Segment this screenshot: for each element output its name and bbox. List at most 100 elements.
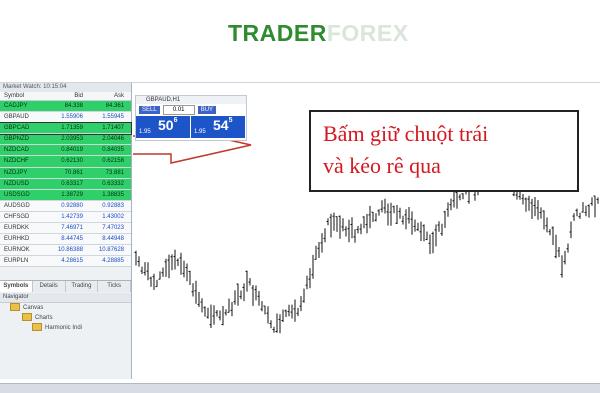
tab-details[interactable]: Details [33, 281, 66, 292]
market-watch-row[interactable]: EURDKK 7.46971 7.47023 [0, 223, 131, 235]
traderforex-logo: TRADERFOREX [228, 20, 409, 47]
callout-line-2: và kéo rê qua [323, 153, 441, 178]
instruction-callout: Bấm giữ chuột trái và kéo rê qua [309, 110, 579, 192]
navigator-item-label: Harmonic Indi [45, 325, 83, 331]
cell-ask: 84.361 [105, 103, 124, 109]
column-symbol[interactable]: Symbol [0, 92, 45, 100]
buy-price-box[interactable]: 1.95 545 [191, 116, 245, 138]
market-watch-row[interactable]: EURNOK 10.86388 10.87628 [0, 245, 131, 257]
cell-symbol: USDSGD [4, 191, 30, 198]
buy-price-fraction: 5 [228, 117, 233, 124]
cell-ask: 73.881 [105, 169, 124, 176]
column-ask[interactable]: Ask [86, 92, 127, 100]
market-watch-tabs: Symbols Details Trading Ticks [0, 280, 131, 292]
cell-bid: 2.03953 [61, 136, 83, 143]
column-bid[interactable]: Bid [45, 92, 86, 100]
folder-icon [22, 313, 32, 322]
market-watch-row[interactable]: NZDCAD 0.84019 0.84035 [0, 145, 131, 157]
market-watch-row[interactable]: CADJPY 84.338 84.361 [0, 101, 131, 113]
market-watch-row[interactable]: CHFSGD 1.42739 1.43002 [0, 211, 131, 224]
market-watch-row[interactable]: EURPLN 4.28615 4.28885 [0, 256, 131, 268]
buy-price-pips: 545 [213, 117, 232, 133]
navigator-item-charts[interactable]: Charts [0, 313, 131, 323]
cell-ask: 4.28885 [102, 258, 124, 265]
sell-price-box[interactable]: 1.95 506 [136, 116, 190, 138]
cell-bid: 70.861 [64, 169, 83, 176]
buy-price-pips-value: 54 [213, 117, 229, 133]
buy-price-prefix: 1.95 [194, 129, 206, 135]
cell-bid: 1.71359 [61, 125, 83, 132]
navigator-title: Navigator [0, 293, 131, 303]
cell-ask: 0.62158 [102, 158, 124, 165]
cell-symbol: EURNOK [4, 247, 30, 254]
market-watch-row[interactable]: USDSGD 1.38729 1.38835 [0, 189, 131, 201]
cell-ask: 0.92883 [102, 202, 124, 209]
cell-bid: 8.44745 [61, 236, 83, 243]
cell-symbol: CHFSGD [4, 213, 30, 220]
cell-bid: 10.86388 [57, 247, 83, 254]
cell-bid: 0.63317 [61, 180, 83, 187]
logo-part-trader: TRADER [228, 20, 327, 46]
cell-symbol: GBPAUD [4, 114, 29, 121]
market-watch-panel: Market Watch: 10:15:04 Symbol Bid Ask CA… [0, 83, 132, 379]
cell-symbol: EURDKK [4, 225, 30, 232]
sell-price-fraction: 6 [173, 117, 178, 124]
trade-panel-symbol: GBPAUD,H1 [136, 96, 246, 104]
cell-symbol: NZDCAD [4, 147, 29, 154]
market-watch-row[interactable]: NZDJPY 70.861 73.881 [0, 167, 131, 179]
market-watch-row[interactable]: GBPAUD 1.55906 1.55945 [0, 112, 131, 124]
sell-price-pips-value: 50 [158, 117, 174, 133]
cell-ask: 1.43002 [102, 213, 124, 220]
navigator-item-label: Charts [35, 315, 53, 321]
cell-bid: 4.28615 [61, 258, 83, 265]
market-watch-row[interactable]: EURHKD 8.44745 8.44948 [0, 234, 131, 246]
market-watch-row[interactable]: NZDCHF 0.62130 0.62158 [0, 156, 131, 168]
buy-button[interactable]: BUY [197, 106, 217, 114]
cell-ask: 8.44948 [102, 236, 124, 243]
market-watch-header: Symbol Bid Ask [0, 92, 131, 101]
folder-icon [10, 303, 20, 312]
market-watch-row[interactable]: NZDUSD 0.63317 0.63332 [0, 178, 131, 190]
market-watch-rows: CADJPY 84.338 84.361 GBPAUD 1.55906 1.55945 GB… [0, 101, 132, 268]
sell-button[interactable]: SELL [139, 106, 160, 114]
navigator-item-harmonic[interactable]: Harmonic Indi [0, 323, 131, 333]
cell-bid: 1.38729 [61, 191, 83, 198]
trade-panel-controls: SELL 0.01 BUY [136, 104, 246, 116]
tab-trading[interactable]: Trading [66, 281, 99, 292]
cell-symbol: EURHKD [4, 236, 30, 243]
cell-ask: 1.71407 [102, 125, 124, 132]
callout-line-1: Bấm giữ chuột trái [323, 121, 489, 146]
sell-price-pips: 506 [158, 117, 177, 133]
cell-ask: 7.47023 [102, 225, 124, 232]
navigator-panel: Navigator Canvas Charts Harmonic Indi [0, 293, 131, 333]
tab-ticks[interactable]: Ticks [98, 281, 131, 292]
cell-ask: 1.55945 [102, 114, 124, 121]
cell-ask: 0.63332 [102, 180, 124, 187]
cell-ask: 0.84035 [102, 147, 124, 154]
cell-bid: 1.42739 [61, 213, 83, 220]
trade-panel-prices: 1.95 506 1.95 545 [136, 116, 246, 138]
cell-bid: 0.92880 [61, 202, 83, 209]
cell-symbol: AUDSGD [4, 202, 30, 209]
cell-symbol: NZDJPY [4, 169, 28, 176]
tab-symbols[interactable]: Symbols [0, 281, 33, 292]
cell-symbol: NZDUSD [4, 180, 29, 187]
one-click-trading-panel: GBPAUD,H1 SELL 0.01 BUY 1.95 506 1.95 54… [135, 95, 247, 141]
cell-ask: 10.87628 [98, 247, 124, 254]
market-watch-row[interactable]: GBPNZD 2.03953 2.04046 [0, 134, 131, 146]
cell-ask: 2.04046 [102, 136, 124, 143]
lot-size-input[interactable]: 0.01 [162, 105, 195, 115]
cell-symbol: CADJPY [4, 103, 28, 109]
navigator-item-label: Canvas [23, 305, 44, 311]
cell-bid: 0.62130 [61, 158, 83, 165]
sell-price-prefix: 1.95 [139, 129, 151, 135]
navigator-item-canvas[interactable]: Canvas [0, 303, 131, 313]
cell-bid: 1.55906 [61, 114, 83, 121]
market-watch-title: Market Watch: 10:15:04 [0, 83, 131, 92]
cell-symbol: GBPNZD [4, 136, 30, 143]
indicator-icon [32, 323, 42, 332]
market-watch-row[interactable]: GBPCAD 1.71359 1.71407 [0, 122, 132, 136]
market-watch-row[interactable]: AUDSGD 0.92880 0.92883 [0, 200, 131, 212]
cell-bid: 0.84019 [61, 147, 83, 154]
cell-symbol: NZDCHF [4, 158, 29, 165]
